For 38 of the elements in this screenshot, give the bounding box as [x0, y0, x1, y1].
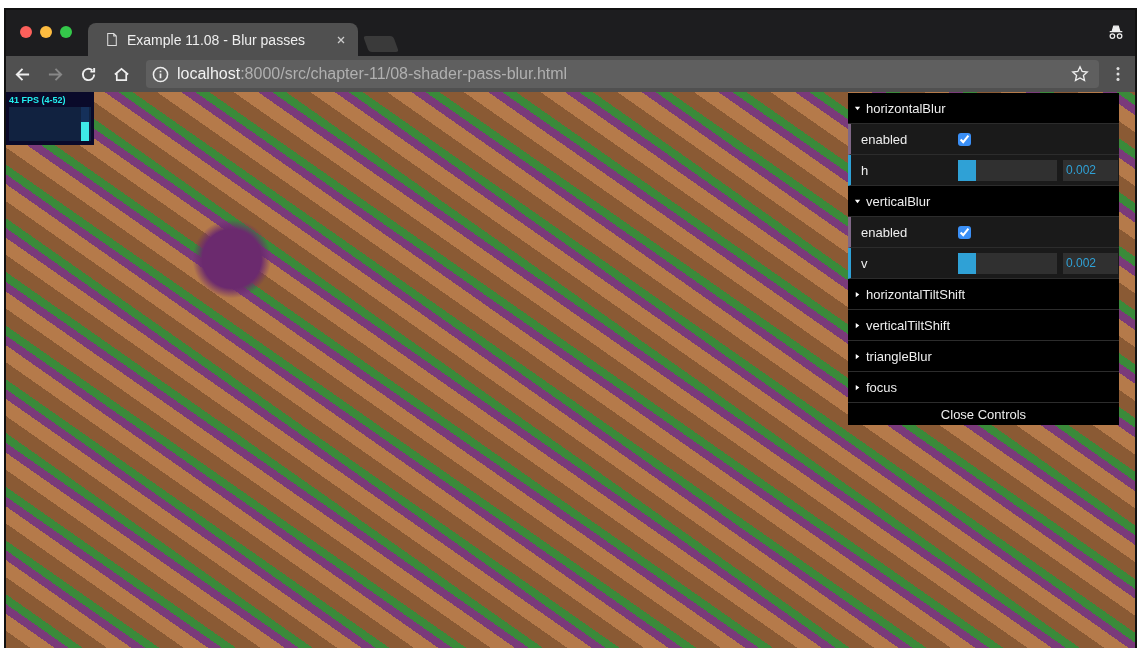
back-icon[interactable] [14, 65, 31, 83]
minimize-window-button[interactable] [40, 26, 52, 38]
control-label: enabled [861, 131, 909, 147]
value-field[interactable]: 0.002 [1063, 159, 1118, 181]
slider-fill[interactable] [958, 252, 976, 274]
close-window-button[interactable] [20, 26, 32, 38]
folder-title: focus [866, 379, 898, 395]
bookmark-star-icon[interactable] [1071, 65, 1089, 83]
folder-title: horizontalBlur [866, 100, 946, 116]
home-icon[interactable] [113, 65, 130, 83]
folder-title: verticalTiltShift [866, 317, 951, 333]
slider-track[interactable] [958, 159, 1057, 181]
control-label: enabled [861, 224, 909, 240]
info-icon[interactable] [152, 65, 169, 83]
address-bar[interactable]: localhost:8000/src/chapter-11/08-shader-pass-blur.html [146, 60, 1099, 88]
folder-title: horizontalTiltShift [866, 286, 966, 302]
slider-fill[interactable] [958, 159, 976, 181]
control-label: v [861, 255, 869, 271]
control-label: h [861, 162, 870, 178]
fps-text: 41 FPS (4-52) [9, 95, 67, 105]
slider-track[interactable] [958, 252, 1057, 274]
url-host: localhost [177, 65, 241, 82]
maximize-window-button[interactable] [60, 26, 72, 38]
browser-tab[interactable]: Example 11.08 - Blur passes [88, 23, 358, 56]
folder-title: triangleBlur [866, 348, 932, 364]
checkbox[interactable] [958, 225, 971, 239]
folder-title: verticalBlur [866, 193, 931, 209]
reload-icon[interactable] [80, 65, 97, 83]
close-tab-icon[interactable] [336, 34, 346, 45]
value-field[interactable]: 0.002 [1063, 252, 1118, 274]
folder-header[interactable]: triangleBlur [848, 341, 1119, 372]
folder-header[interactable]: verticalTiltShift [848, 310, 1119, 341]
incognito-icon [1107, 25, 1125, 40]
folder-header[interactable]: horizontalTiltShift [848, 279, 1119, 310]
url-path: :8000/src/chapter-11/08-shader-pass-blur.html [240, 65, 568, 82]
page-icon [106, 32, 118, 47]
checkbox[interactable] [958, 132, 971, 146]
menu-icon[interactable] [1115, 65, 1121, 83]
